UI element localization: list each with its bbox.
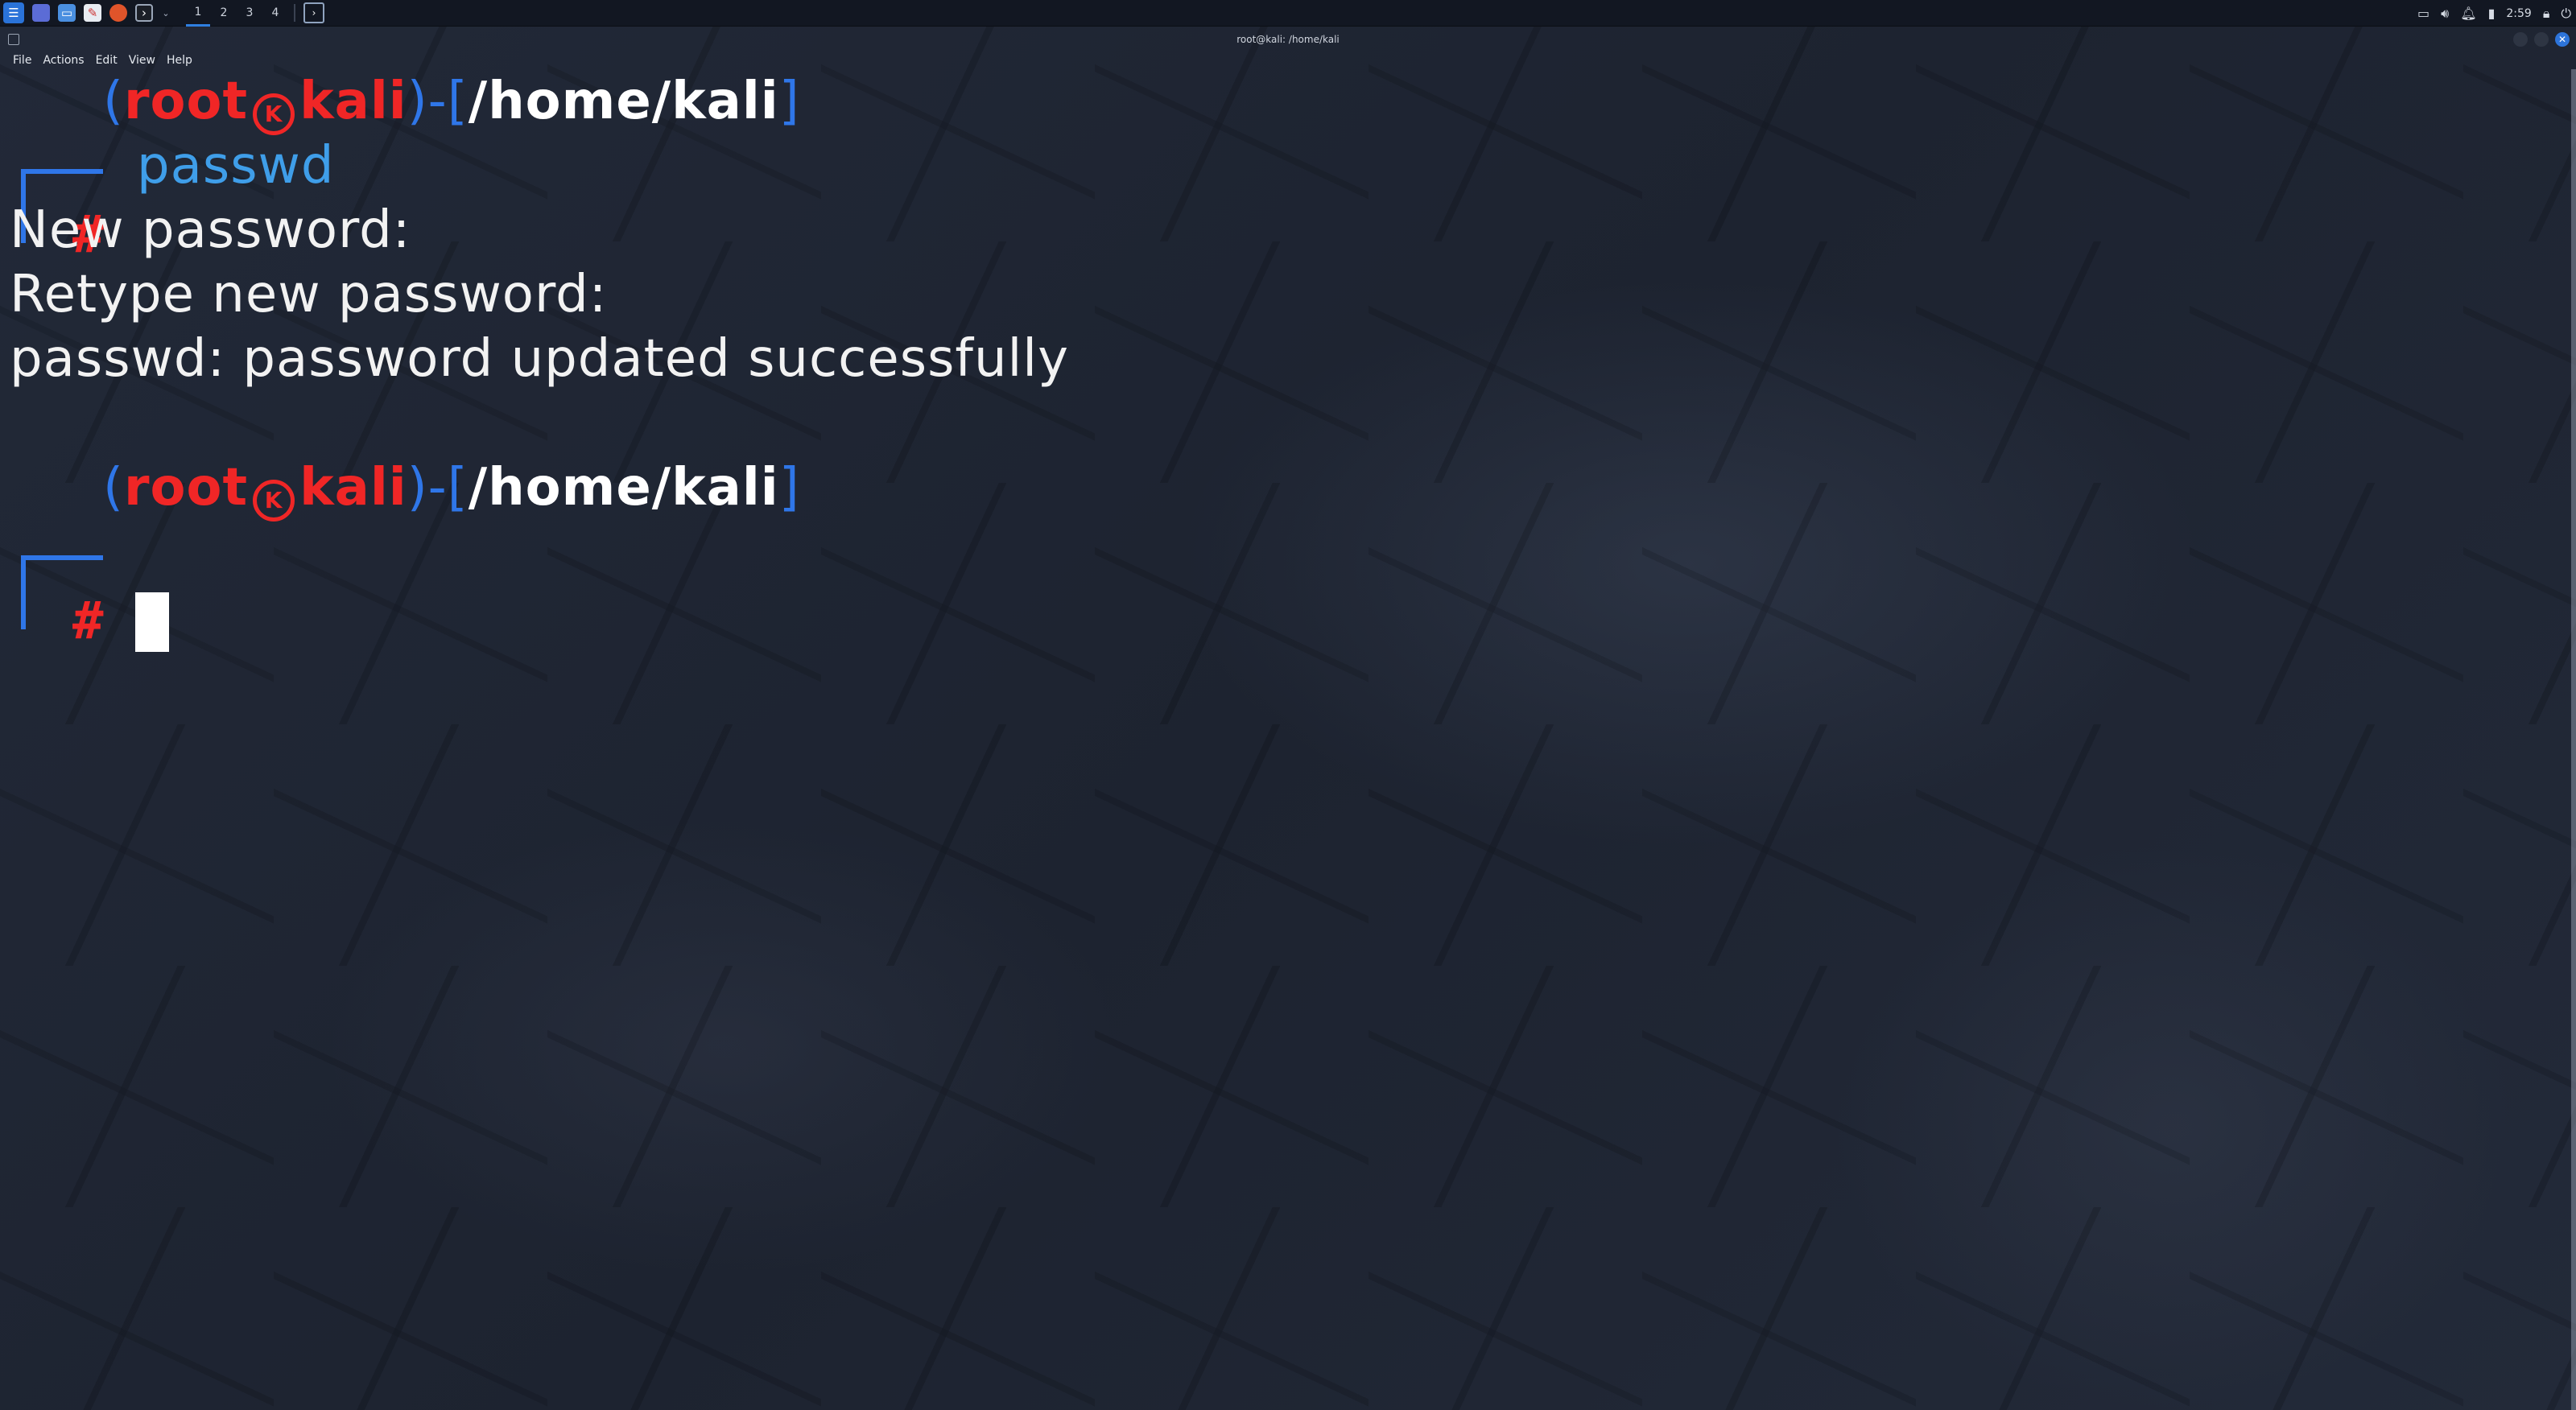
- prompt-line: (root Kkali)-[/home/kali]: [103, 456, 800, 522]
- menu-help[interactable]: Help: [162, 52, 199, 69]
- display-icon[interactable]: ▭: [2417, 6, 2429, 21]
- workspace-2[interactable]: 2: [212, 0, 236, 27]
- panel-separator: [294, 4, 295, 22]
- prompt-host: kali: [299, 458, 407, 517]
- battery-icon[interactable]: ▮: [2488, 6, 2496, 21]
- window-titlebar[interactable]: root@kali: /home/kali ✕: [0, 27, 2576, 52]
- kali-skull-icon: K: [253, 93, 295, 135]
- firefox-icon[interactable]: [109, 4, 127, 22]
- notification-bell-icon[interactable]: 🔔︎: [2460, 6, 2476, 21]
- menu-actions[interactable]: Actions: [38, 52, 90, 69]
- desktop-icon[interactable]: [32, 4, 50, 22]
- prompt-host: kali: [299, 72, 407, 131]
- command: passwd: [137, 136, 335, 196]
- menu-view[interactable]: View: [124, 52, 162, 69]
- prompt-path: /home/kali: [468, 72, 779, 131]
- menu-file[interactable]: File: [8, 52, 38, 69]
- window-terminal-icon[interactable]: [8, 34, 19, 45]
- window-controls: ✕: [2513, 32, 2570, 47]
- volume-icon[interactable]: 🔊︎: [2441, 6, 2449, 22]
- prompt-path: /home/kali: [468, 458, 779, 517]
- top-panel: ☰ ▭ ✎ › ⌄ 1 2 3 4 › ▭ 🔊︎ 🔔︎ ▮ 2:59 🔒︎ ⏻: [0, 0, 2576, 27]
- maximize-button[interactable]: [2534, 32, 2549, 47]
- system-tray: ▭ 🔊︎ 🔔︎ ▮ 2:59 🔒︎ ⏻: [2417, 0, 2571, 27]
- output-line: passwd: password updated successfully: [10, 329, 1069, 389]
- prompt-hash: #: [72, 592, 104, 651]
- minimize-button[interactable]: [2513, 32, 2528, 47]
- menu-edit[interactable]: Edit: [91, 52, 124, 69]
- text-cursor: [135, 592, 169, 652]
- panel-clock[interactable]: 2:59: [2506, 7, 2531, 20]
- output-line: Retype new password:: [10, 265, 608, 324]
- taskbar-terminal-button[interactable]: ›: [303, 2, 324, 23]
- app-launchers: ☰ ▭ ✎ › ⌄: [0, 0, 175, 27]
- terminal-scrollbar[interactable]: [2571, 69, 2576, 1410]
- file-manager-icon[interactable]: ▭: [58, 4, 76, 22]
- prompt-user: root: [123, 458, 249, 517]
- terminal-icon[interactable]: ›: [135, 4, 153, 22]
- kali-menu-icon[interactable]: ☰: [3, 2, 24, 23]
- workspace-4[interactable]: 4: [263, 0, 287, 27]
- output-line: New password:: [10, 200, 411, 260]
- command-text: passwd: [137, 134, 335, 198]
- prompt-user: root: [123, 72, 249, 131]
- power-icon[interactable]: ⏻: [2561, 6, 2571, 22]
- kali-skull-icon: K: [253, 480, 295, 522]
- workspace-switcher: 1 2 3 4: [186, 0, 289, 27]
- lock-icon[interactable]: 🔒︎: [2543, 6, 2550, 22]
- text-editor-icon[interactable]: ✎: [84, 4, 101, 22]
- close-button[interactable]: ✕: [2555, 32, 2570, 47]
- prompt-line: (root Kkali)-[/home/kali]: [103, 69, 800, 135]
- chevron-down-icon[interactable]: ⌄: [161, 4, 171, 22]
- terminal-menubar: File Actions Edit View Help: [0, 52, 199, 69]
- workspace-1[interactable]: 1: [186, 0, 210, 27]
- window-title: root@kali: /home/kali: [1236, 34, 1340, 45]
- workspace-3[interactable]: 3: [237, 0, 262, 27]
